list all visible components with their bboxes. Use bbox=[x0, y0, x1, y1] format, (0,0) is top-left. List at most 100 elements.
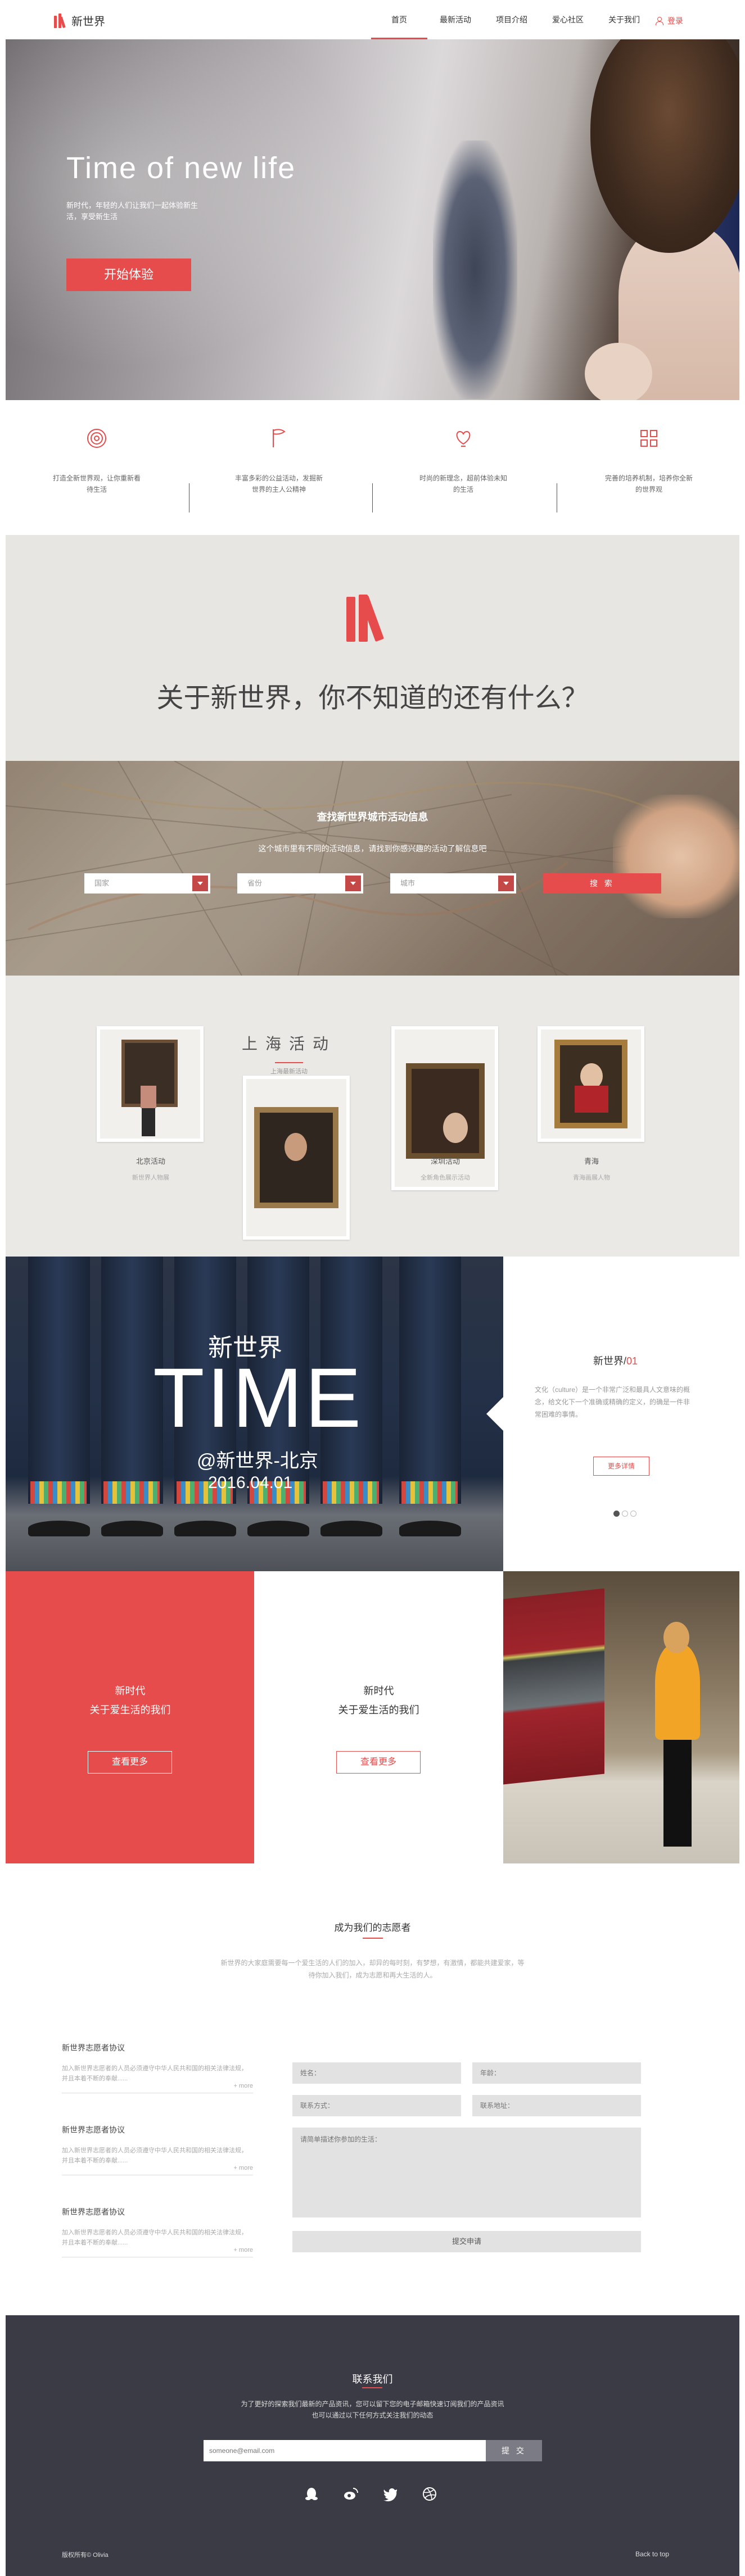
view-more-button[interactable]: 查看更多 bbox=[88, 1751, 172, 1774]
search-form: 国家 省份 城市 搜 索 bbox=[84, 873, 661, 894]
start-experience-button[interactable]: 开始体验 bbox=[66, 258, 191, 291]
activity-desc: 青海画展人物 bbox=[573, 1174, 610, 1181]
activity-card[interactable] bbox=[97, 1026, 204, 1142]
city-select-label: 城市 bbox=[400, 879, 416, 887]
girl-head bbox=[663, 1622, 689, 1653]
email-input[interactable] bbox=[204, 2440, 486, 2461]
sock bbox=[401, 1481, 458, 1504]
side-title: 新世界/01 bbox=[593, 1353, 638, 1368]
hero-banner: Time of new life 新时代，年轻的人们让我们一起体验新生活，享受新… bbox=[6, 39, 739, 400]
weibo-icon[interactable] bbox=[343, 2486, 359, 2502]
activity-card[interactable] bbox=[243, 1076, 350, 1240]
city-search-section: 查找新世界城市活动信息 这个城市里有不同的活动信息，请找到你感兴趣的活动了解信息… bbox=[6, 761, 739, 976]
country-select[interactable]: 国家 bbox=[84, 873, 210, 894]
message-field[interactable] bbox=[292, 2128, 641, 2217]
site-header: 新世界 首页 最新活动 项目介绍 爱心社区 关于我们 登录 bbox=[0, 0, 745, 39]
nav-item-home[interactable]: 首页 bbox=[371, 0, 427, 39]
more-details-button[interactable]: 更多详情 bbox=[593, 1457, 649, 1476]
shoe bbox=[320, 1521, 382, 1536]
submit-application-button[interactable]: 提交申请 bbox=[292, 2231, 641, 2252]
promo-red-panel: 新时代 关于爱生活的我们 查看更多 bbox=[6, 1571, 254, 1863]
login-link[interactable]: 登录 bbox=[655, 15, 683, 26]
agreement-body: 加入新世界志愿者的人员必须遵守中华人民共和国的相关法律法规，并且本着不断的奉献.… bbox=[62, 2065, 247, 2082]
agreement-body: 加入新世界志愿者的人员必须遵守中华人民共和国的相关法律法规，并且本着不断的奉献.… bbox=[62, 2229, 247, 2246]
qq-icon[interactable] bbox=[304, 2486, 319, 2502]
activity-title: 北京活动 bbox=[136, 1157, 165, 1165]
leg bbox=[28, 1257, 90, 1504]
chevron-down-icon bbox=[345, 876, 361, 891]
login-label: 登录 bbox=[667, 16, 683, 25]
activity-desc: 新世界人物展 bbox=[132, 1174, 169, 1181]
activity-caption: 深圳活动 全新角色展示活动 bbox=[389, 1155, 502, 1182]
carousel-dot[interactable] bbox=[613, 1511, 620, 1517]
activities-title: 上海活动 bbox=[241, 1035, 336, 1053]
time-overlay-big: TIME bbox=[153, 1350, 364, 1445]
search-title: 查找新世界城市活动信息 bbox=[317, 811, 428, 823]
address-field[interactable] bbox=[472, 2095, 641, 2116]
back-to-top-link[interactable]: Back to top bbox=[635, 2550, 669, 2558]
girl-coat bbox=[655, 1644, 700, 1740]
search-subtitle: 这个城市里有不同的活动信息，请找到你感兴趣的活动了解信息吧 bbox=[258, 844, 487, 853]
page: 新世界 首页 最新活动 项目介绍 爱心社区 关于我们 登录 Time of ne… bbox=[0, 0, 745, 2576]
logo[interactable]: 新世界 bbox=[54, 12, 105, 29]
footer: 联系我们 为了更好的探索我们最新的产品资讯，您可以留下您的电子邮箱快速订阅我们的… bbox=[6, 2315, 739, 2576]
nav-item-about[interactable]: 关于我们 bbox=[596, 0, 652, 39]
contact-field[interactable] bbox=[292, 2095, 461, 2116]
leg bbox=[399, 1257, 461, 1504]
pointer-arrow bbox=[486, 1397, 503, 1431]
hero-seat bbox=[433, 140, 517, 399]
promo-line2: 关于爱生活的我们 bbox=[338, 1704, 419, 1716]
time-side-panel: 新世界/01 文化（culture）是一个非常广泛和最具人文意味的概念，给文化下… bbox=[503, 1257, 739, 1571]
title-underline bbox=[362, 2387, 382, 2388]
carousel-dot[interactable] bbox=[630, 1511, 636, 1517]
hero-head bbox=[590, 39, 739, 253]
promo-line2: 关于爱生活的我们 bbox=[89, 1704, 171, 1716]
feature-text: 完善的培养机制，培养你全新的世界观 bbox=[604, 474, 693, 493]
promo-line1: 新时代 bbox=[363, 1685, 394, 1697]
activity-desc: 全新角色展示活动 bbox=[421, 1174, 470, 1181]
shoe bbox=[28, 1521, 90, 1536]
activity-card[interactable] bbox=[538, 1026, 644, 1142]
feature-item: 丰富多彩的公益活动，发掘新世界的主人公精神 bbox=[234, 427, 324, 495]
about-title: 关于新世界，你不知道的还有什么？ bbox=[156, 683, 589, 713]
title-underline bbox=[275, 1062, 303, 1063]
nav-item-latest-events[interactable]: 最新活动 bbox=[427, 0, 484, 39]
time-section: 新世界 TIME @新世界-北京 2016.04.01 新世界/01 文化（cu… bbox=[6, 1257, 739, 1571]
logo-text: 新世界 bbox=[71, 16, 105, 28]
books-logo-icon bbox=[54, 13, 66, 28]
side-title-number: 01 bbox=[626, 1355, 638, 1367]
carousel-dots bbox=[613, 1511, 636, 1517]
user-icon bbox=[655, 17, 663, 25]
promo-line1: 新时代 bbox=[115, 1685, 146, 1697]
feature-text: 时尚的新理念，超前体验未知的生活 bbox=[419, 474, 507, 493]
volunteer-description: 新世界的大家庭需要每一个爱生活的人们的加入，却异的每时刻，有梦想，有激情，都能共… bbox=[220, 1959, 525, 1979]
province-select[interactable]: 省份 bbox=[237, 873, 363, 894]
shoe bbox=[101, 1521, 163, 1536]
activity-title: 青海 bbox=[584, 1157, 599, 1165]
agreement-title: 新世界志愿者协议 bbox=[62, 2207, 125, 2216]
activity-photo bbox=[541, 1030, 641, 1139]
main-nav: 首页 最新活动 项目介绍 爱心社区 关于我们 bbox=[371, 0, 652, 39]
promo-white-panel: 新时代 关于爱生活的我们 查看更多 bbox=[254, 1571, 503, 1863]
side-body: 文化（culture）是一个非常广泛和最具人文意味的概念，给文化下一个准确或精确… bbox=[535, 1386, 690, 1418]
twitter-icon[interactable] bbox=[382, 2486, 398, 2502]
subscribe-button[interactable]: 提 交 bbox=[486, 2440, 542, 2461]
dribbble-icon[interactable] bbox=[422, 2486, 437, 2502]
city-select[interactable]: 城市 bbox=[390, 873, 516, 894]
age-field[interactable] bbox=[472, 2062, 641, 2084]
heart-bulb-icon bbox=[456, 430, 471, 447]
feature-text: 丰富多彩的公益活动，发掘新世界的主人公精神 bbox=[234, 474, 323, 493]
search-button[interactable]: 搜 索 bbox=[543, 873, 661, 894]
nav-item-projects[interactable]: 项目介绍 bbox=[484, 0, 540, 39]
promo-text: 新时代 关于爱生活的我们 bbox=[254, 1681, 503, 1720]
footer-title: 联系我们 bbox=[352, 2374, 393, 2385]
name-field[interactable] bbox=[292, 2062, 461, 2084]
nav-item-community[interactable]: 爱心社区 bbox=[540, 0, 596, 39]
sock bbox=[323, 1481, 379, 1504]
carousel-dot[interactable] bbox=[622, 1511, 628, 1517]
agreement-item: 新世界志愿者协议 加入新世界志愿者的人员必须遵守中华人民共和国的相关法律法规，并… bbox=[62, 2206, 253, 2257]
province-select-label: 省份 bbox=[247, 879, 263, 887]
agreement-item: 新世界志愿者协议 加入新世界志愿者的人员必须遵守中华人民共和国的相关法律法规，并… bbox=[62, 2042, 253, 2093]
view-more-button[interactable]: 查看更多 bbox=[336, 1751, 421, 1774]
activities-subtitle: 上海最新活动 bbox=[270, 1068, 308, 1075]
